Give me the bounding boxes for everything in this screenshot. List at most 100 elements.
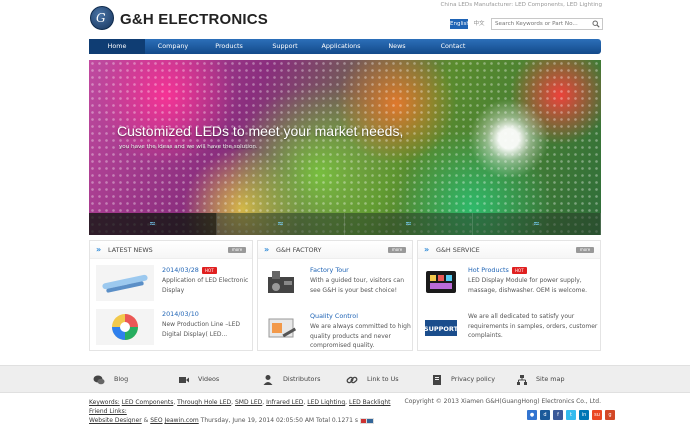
keyword-link[interactable]: Through Hole LED [177, 399, 231, 406]
news-item[interactable]: 2014/03/28 HOT Application of LED Electro… [96, 265, 248, 305]
support-text: We are all dedicated to satisfy your req… [468, 313, 598, 340]
panel-title: LATEST NEWS [108, 246, 153, 254]
designer-line: Website Designer & SEO Jeawin.com Thursd… [89, 416, 601, 425]
jeawin-link[interactable]: Jeawin.com [164, 417, 198, 424]
panel-header: » G&H SERVICE more [418, 241, 600, 259]
nav-contact[interactable]: Contact [425, 39, 481, 54]
brand-logo[interactable]: G [90, 6, 114, 30]
factory-tour-link[interactable]: Factory Tour [310, 266, 349, 274]
google-icon[interactable]: g [605, 410, 615, 420]
search-box [491, 18, 603, 30]
footer-link-link-to-us[interactable]: Link to Us [367, 375, 399, 383]
stumbleupon-icon[interactable]: su [592, 410, 602, 420]
search-icon[interactable] [592, 20, 600, 28]
friend-links-label[interactable]: Friend Links: [89, 408, 127, 415]
service-item[interactable]: Hot Products HOT LED Display Module for p… [424, 265, 600, 305]
footer-link-blog[interactable]: Blog [114, 375, 128, 383]
server-timestamp: Thursday, June 19, 2014 02:05:50 AM Tota… [200, 417, 358, 424]
led-display-module-icon[interactable] [424, 265, 458, 301]
keyword-link[interactable]: LED Lighting [307, 399, 345, 406]
news-thumbnail-color-wheel-icon[interactable] [96, 309, 154, 345]
slide-tab-3[interactable]: ≈ [345, 213, 473, 235]
digg-icon[interactable]: d [540, 410, 550, 420]
factory-tour-text: With a guided tour, visitors can see G&H… [310, 277, 405, 294]
video-camera-icon [179, 377, 189, 383]
panel-title: G&H FACTORY [276, 246, 322, 254]
language-chinese-button[interactable]: 中文 [472, 19, 486, 29]
more-button[interactable]: more [228, 247, 246, 253]
news-summary: New Production Line –LED Digital Display… [162, 321, 240, 338]
page: G G&H ELECTRONICS China LEDs Manufacture… [0, 0, 690, 440]
slide-tab-4[interactable]: ≈ [473, 213, 601, 235]
banner-subtitle: you have the ideas and we will have the … [119, 144, 258, 150]
hot-badge: HOT [511, 266, 527, 274]
slide-tab-2[interactable]: ≈ [217, 213, 345, 235]
hot-products-link[interactable]: Hot Products HOT [468, 266, 527, 274]
factory-item[interactable]: Quality Control We are always committed … [264, 311, 416, 351]
service-item[interactable]: SUPPORT We are all dedicated to satisfy … [424, 311, 600, 351]
quality-control-icon[interactable] [264, 311, 300, 347]
keyword-link[interactable]: SMD LED [235, 399, 262, 406]
keyword-link[interactable]: LED Components [122, 399, 174, 406]
seo-link[interactable]: SEO [150, 417, 162, 424]
service-panel: » G&H SERVICE more Hot Products HOT LED D… [417, 240, 601, 351]
latest-news-panel: » LATEST NEWS more 2014/03/28 HOT Applica… [89, 240, 253, 351]
double-chevron-icon: » [264, 245, 270, 254]
banner-slide-nav: ≈ ≈ ≈ ≈ [89, 213, 601, 235]
nav-home[interactable]: Home [89, 39, 145, 54]
social-share-bar: ● d f t in su g [527, 410, 615, 420]
copyright: Copyright © 2013 Xiamen G&H(GuangHong) E… [404, 398, 601, 405]
factory-item[interactable]: Factory Tour With a guided tour, visitor… [264, 265, 416, 305]
website-designer-link[interactable]: Website Designer [89, 417, 142, 424]
hot-badge: HOT [201, 266, 217, 274]
news-item[interactable]: 2014/03/10 New Production Line –LED Digi… [96, 309, 248, 349]
news-date-text[interactable]: 2014/03/28 [162, 266, 199, 274]
hero-banner[interactable]: Customized LEDs to meet your market need… [89, 60, 601, 235]
footer-link-distributors[interactable]: Distributors [283, 375, 320, 383]
nav-news[interactable]: News [369, 39, 425, 54]
hot-products-text: LED Display Module for power supply, mas… [468, 277, 588, 294]
factory-machine-icon[interactable] [264, 265, 300, 301]
news-date[interactable]: 2014/03/10 [162, 310, 199, 318]
nav-support[interactable]: Support [257, 39, 313, 54]
panel-title: G&H SERVICE [436, 246, 480, 254]
news-summary: Application of LED Electronic Display [162, 277, 249, 294]
double-chevron-icon: » [96, 245, 102, 254]
panel-header: » G&H FACTORY more [258, 241, 412, 259]
support-logo-text: SUPPORT [424, 325, 458, 333]
document-icon [433, 375, 441, 385]
delicious-icon[interactable]: ● [527, 410, 537, 420]
slide-tab-1[interactable]: ≈ [89, 213, 217, 235]
friend-links: Friend Links: [89, 407, 601, 416]
chain-link-icon [346, 376, 358, 384]
nav-company[interactable]: Company [145, 39, 201, 54]
twitter-icon[interactable]: t [566, 410, 576, 420]
double-chevron-icon: » [424, 245, 430, 254]
quality-control-link[interactable]: Quality Control [310, 312, 358, 320]
search-input[interactable] [492, 19, 588, 29]
tagline: China LEDs Manufacturer: LED Components,… [440, 2, 602, 8]
banner-title: Customized LEDs to meet your market need… [117, 123, 404, 139]
support-logo-icon[interactable]: SUPPORT [424, 311, 458, 347]
ampersand: & [143, 417, 149, 424]
news-thumbnail-pen-icon[interactable] [96, 265, 154, 301]
more-button[interactable]: more [576, 247, 594, 253]
keyword-link[interactable]: Infrared LED [266, 399, 303, 406]
footer-link-videos[interactable]: Videos [198, 375, 219, 383]
facebook-icon[interactable]: f [553, 410, 563, 420]
footer-link-privacy-policy[interactable]: Privacy policy [451, 375, 495, 383]
hot-products-text[interactable]: Hot Products [468, 266, 509, 274]
main-nav: Home Company Products Support Applicatio… [89, 39, 601, 54]
news-date[interactable]: 2014/03/28 HOT [162, 266, 217, 274]
keyword-link[interactable]: LED Backlight [349, 399, 391, 406]
brand-name[interactable]: G&H ELECTRONICS [120, 11, 268, 28]
cnzz-stats-icon[interactable] [359, 417, 374, 424]
logo-glyph: G [96, 11, 106, 25]
nav-applications[interactable]: Applications [313, 39, 369, 54]
language-english-button[interactable]: English [450, 19, 470, 29]
more-button[interactable]: more [388, 247, 406, 253]
nav-products[interactable]: Products [201, 39, 257, 54]
person-icon [263, 375, 273, 385]
footer-link-site-map[interactable]: Site map [536, 375, 565, 383]
linkedin-icon[interactable]: in [579, 410, 589, 420]
